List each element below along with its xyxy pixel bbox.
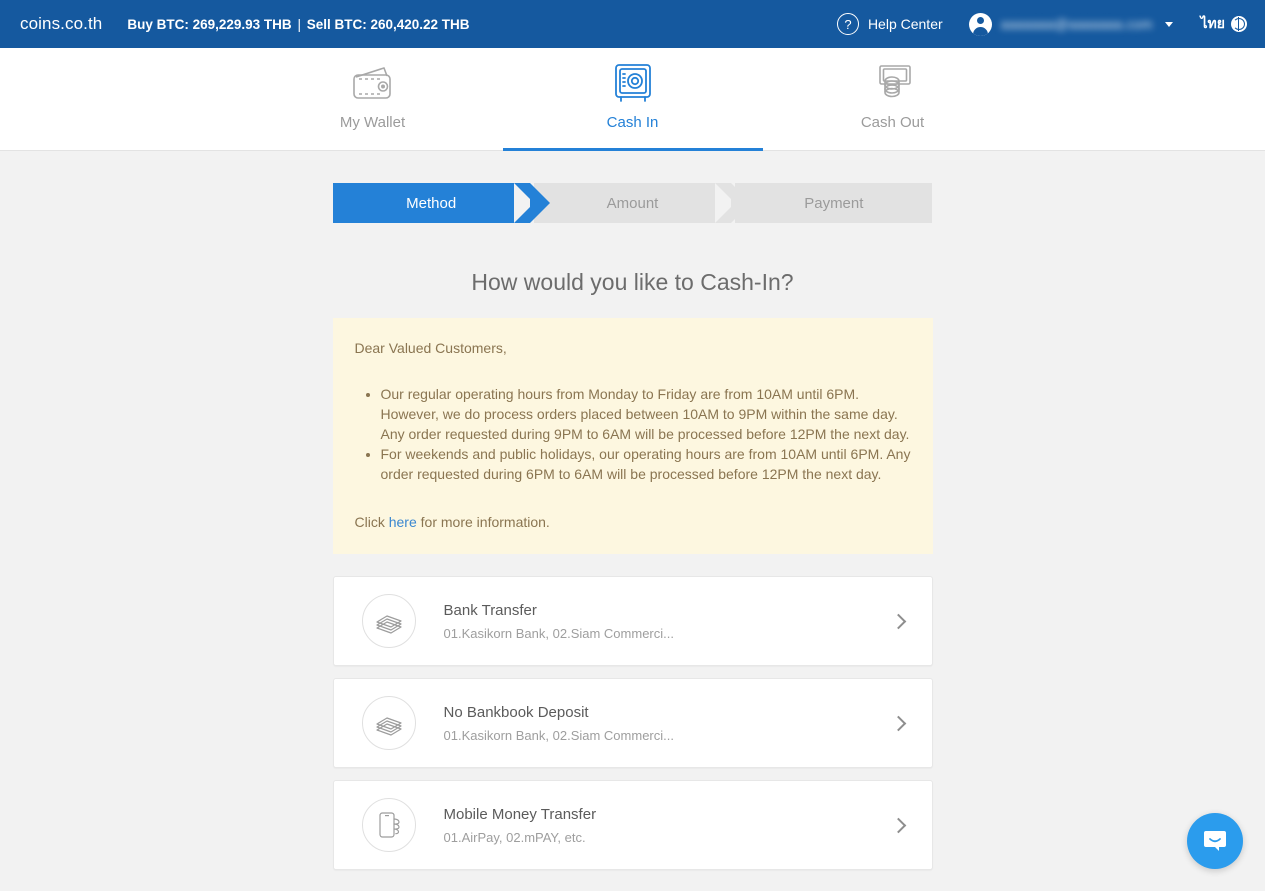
help-center-link[interactable]: ? Help Center bbox=[836, 13, 943, 35]
site-logo[interactable]: coins.co.th bbox=[20, 14, 102, 34]
step-method[interactable]: Method bbox=[332, 183, 551, 223]
chat-bubble-icon bbox=[1204, 831, 1226, 851]
top-header-bar: coins.co.th Buy BTC: 269,229.93 THB | Se… bbox=[0, 0, 1265, 48]
sell-rate: Sell BTC: 260,420.22 THB bbox=[306, 16, 470, 32]
question-mark-circle-icon: ? bbox=[836, 13, 859, 35]
mobile-phone-hand-icon bbox=[361, 798, 416, 852]
operating-hours-notice: Dear Valued Customers, Our regular opera… bbox=[332, 318, 933, 554]
notice-bullet: Our regular operating hours from Monday … bbox=[381, 384, 911, 444]
notice-footer-after: for more information. bbox=[416, 514, 550, 530]
chevron-down-icon bbox=[1164, 21, 1173, 27]
help-center-label: Help Center bbox=[867, 16, 943, 32]
method-card-no-bankbook-deposit[interactable]: No Bankbook Deposit 01.Kasikorn Bank, 02… bbox=[332, 678, 933, 768]
buy-rate: Buy BTC: 269,229.93 THB bbox=[127, 16, 292, 32]
chevron-right-icon bbox=[890, 817, 906, 833]
step-amount-label: Amount bbox=[606, 194, 659, 212]
globe-icon bbox=[1231, 16, 1247, 32]
chevron-right-icon bbox=[890, 715, 906, 731]
payment-method-list: Bank Transfer 01.Kasikorn Bank, 02.Siam … bbox=[332, 576, 933, 870]
method-title: Mobile Money Transfer bbox=[443, 805, 597, 823]
more-information-link[interactable]: here bbox=[389, 514, 417, 530]
notice-greeting: Dear Valued Customers, bbox=[354, 340, 507, 356]
tab-cash-out-label: Cash Out bbox=[860, 114, 925, 131]
tab-cash-in-label: Cash In bbox=[606, 114, 659, 131]
chevron-right-icon bbox=[890, 613, 906, 629]
notice-footer-before: Click bbox=[354, 514, 389, 530]
main-tab-navigation: My Wallet Cash In Cash Out bbox=[0, 48, 1265, 151]
notice-footer: Click here for more information. bbox=[355, 512, 911, 532]
method-text-group: No Bankbook Deposit 01.Kasikorn Bank, 02… bbox=[444, 704, 893, 743]
tab-cash-in[interactable]: Cash In bbox=[502, 48, 763, 151]
step-payment[interactable]: Payment bbox=[715, 183, 933, 223]
cash-stack-icon bbox=[361, 594, 416, 648]
page-title: How would you like to Cash-In? bbox=[471, 269, 794, 295]
banknote-coins-icon bbox=[870, 57, 916, 109]
chat-launcher-button[interactable] bbox=[1187, 813, 1243, 869]
method-card-mobile-money-transfer[interactable]: Mobile Money Transfer 01.AirPay, 02.mPAY… bbox=[332, 780, 933, 870]
method-card-bank-transfer[interactable]: Bank Transfer 01.Kasikorn Bank, 02.Siam … bbox=[332, 576, 933, 666]
method-subtitle: 01.Kasikorn Bank, 02.Siam Commerci... bbox=[443, 727, 674, 743]
notice-bullet-list: Our regular operating hours from Monday … bbox=[355, 384, 911, 484]
step-method-label: Method bbox=[406, 194, 457, 212]
method-text-group: Bank Transfer 01.Kasikorn Bank, 02.Siam … bbox=[444, 602, 893, 641]
tab-cash-out[interactable]: Cash Out bbox=[763, 48, 1023, 150]
tab-my-wallet-label: My Wallet bbox=[339, 114, 406, 131]
user-account-menu[interactable]: aaaaaaa@aaaaaaa.com bbox=[968, 12, 1173, 36]
user-email-label: aaaaaaa@aaaaaaa.com bbox=[1000, 16, 1153, 32]
method-title: Bank Transfer bbox=[443, 601, 537, 619]
user-avatar-icon bbox=[968, 12, 992, 36]
language-switcher[interactable]: ไทย bbox=[1201, 13, 1247, 35]
header-right-group: ? Help Center aaaaaaa@aaaaaaa.com ไทย bbox=[836, 12, 1247, 36]
method-title: No Bankbook Deposit bbox=[443, 703, 589, 721]
step-amount[interactable]: Amount bbox=[513, 183, 752, 223]
language-label: ไทย bbox=[1200, 15, 1225, 31]
step-payment-label: Payment bbox=[804, 194, 864, 212]
btc-rates: Buy BTC: 269,229.93 THB | Sell BTC: 260,… bbox=[127, 17, 469, 32]
notice-bullet: For weekends and public holidays, our op… bbox=[381, 444, 911, 484]
safe-vault-icon bbox=[611, 57, 655, 109]
wallet-icon bbox=[350, 57, 396, 109]
step-progress-bar: Method Amount Payment bbox=[332, 183, 933, 223]
cash-stack-icon bbox=[361, 696, 416, 750]
tab-my-wallet[interactable]: My Wallet bbox=[243, 48, 503, 150]
method-text-group: Mobile Money Transfer 01.AirPay, 02.mPAY… bbox=[444, 806, 893, 845]
method-subtitle: 01.AirPay, 02.mPAY, etc. bbox=[443, 829, 586, 845]
main-content: Method Amount Payment How would you like… bbox=[332, 151, 933, 870]
rate-separator: | bbox=[297, 16, 301, 32]
method-subtitle: 01.Kasikorn Bank, 02.Siam Commerci... bbox=[443, 625, 674, 641]
